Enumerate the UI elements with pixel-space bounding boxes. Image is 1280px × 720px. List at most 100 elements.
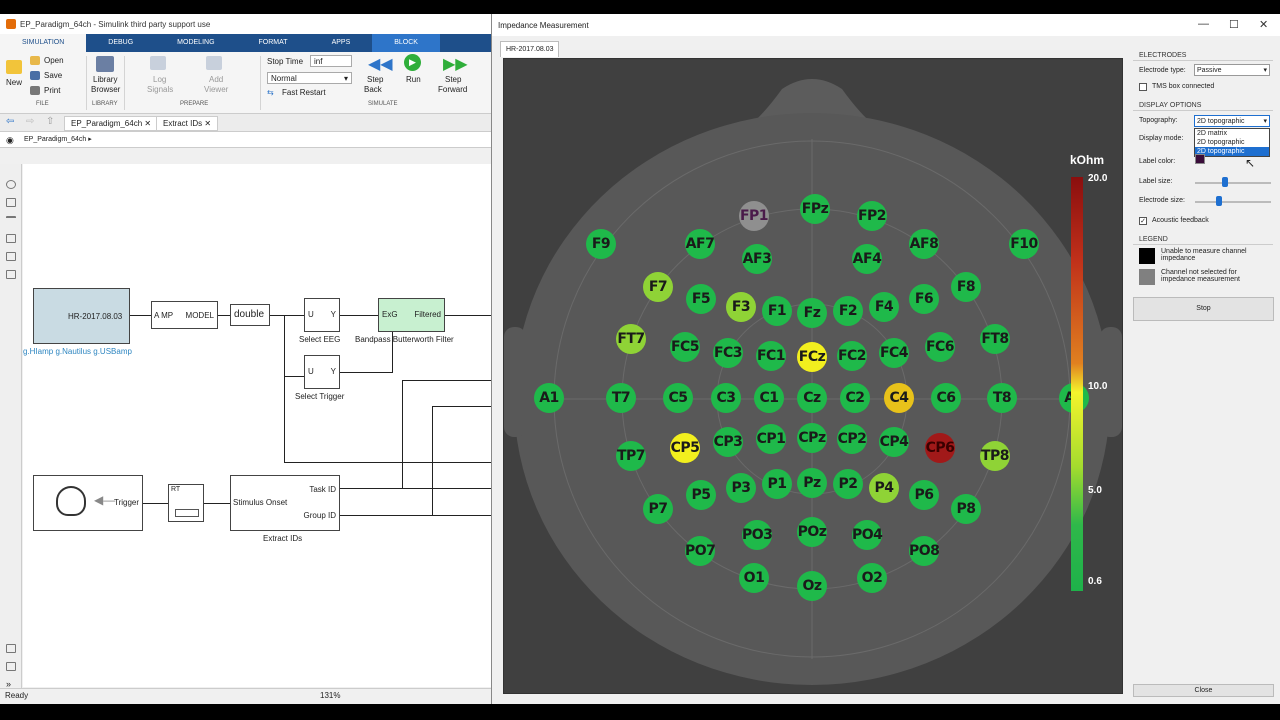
electrode-cp2[interactable]: CP2 [837,424,867,454]
electrode-p7[interactable]: P7 [643,494,673,524]
simulink-canvas[interactable]: HR-2017.08.03 g.HIamp g.Nautilus g.USBam… [23,164,491,687]
electrode-cp4[interactable]: CP4 [879,427,909,457]
electrode-po7[interactable]: PO7 [685,536,716,566]
electrode-fc4[interactable]: FC4 [879,338,909,368]
electrode-tp8[interactable]: TP8 [980,441,1010,471]
simulation-mode-select[interactable]: Normal ▾ [267,72,352,84]
topography-select[interactable]: 2D topographic ▾ [1194,115,1270,127]
electrode-f10[interactable]: F10 [1009,229,1039,259]
electrode-p4[interactable]: P4 [869,473,899,503]
tms-checkbox[interactable] [1139,83,1147,91]
electrode-af7[interactable]: AF7 [685,229,715,259]
tab-debug[interactable]: DEBUG [86,34,155,52]
electrode-pz[interactable]: Pz [797,468,827,498]
new-icon[interactable] [6,60,22,74]
label-size-slider[interactable] [1195,182,1271,184]
electrode-cp6[interactable]: CP6 [925,433,955,463]
block-bandpass-filter[interactable]: ExG Filtered [378,298,445,332]
maximize-icon[interactable]: ☐ [1229,18,1239,31]
close-button[interactable]: Close [1133,684,1274,697]
block-amp-model[interactable]: A MP MODEL [151,301,218,329]
electrode-fc3[interactable]: FC3 [713,338,743,368]
electrode-fc5[interactable]: FC5 [670,332,700,362]
block-trigger-source[interactable]: ◀— Trigger [33,475,143,531]
electrode-cp1[interactable]: CP1 [756,424,786,454]
electrode-tp7[interactable]: TP7 [616,441,646,471]
tab-format[interactable]: FORMAT [237,34,310,52]
step-forward-button[interactable]: Step [445,75,461,84]
electrode-c5[interactable]: C5 [663,383,693,413]
stop-time-input[interactable]: inf [310,55,352,67]
tab-block[interactable]: BLOCK [372,34,440,52]
new-button[interactable]: New [6,78,22,87]
up-arrow-icon[interactable]: ⇧ [46,116,54,127]
electrode-f5[interactable]: F5 [686,284,716,314]
label-size-thumb[interactable] [1222,177,1228,187]
hide-explorer-icon[interactable]: ◉ [6,132,14,148]
property-icon[interactable] [6,662,16,671]
label-color-swatch[interactable] [1195,154,1205,164]
electrode-f4[interactable]: F4 [869,292,899,322]
electrode-poz[interactable]: POz [797,517,827,547]
print-button[interactable]: Print [44,86,60,95]
nav-tab-ep-paradigm[interactable]: EP_Paradigm_64ch ✕ [64,116,159,131]
block-select-eeg[interactable]: U Y [304,298,340,332]
tab-modeling[interactable]: MODELING [155,34,236,52]
electrode-f6[interactable]: F6 [909,284,939,314]
electrode-cp3[interactable]: CP3 [713,427,743,457]
stop-button[interactable]: Stop [1133,297,1274,321]
explorer-icon[interactable] [6,644,16,653]
forward-arrow-icon[interactable]: ⇨ [26,116,34,127]
electrode-cpz[interactable]: CPz [797,423,827,453]
close-icon[interactable]: ✕ [204,119,211,128]
electrode-po4[interactable]: PO4 [852,520,883,550]
electrode-p1[interactable]: P1 [762,469,792,499]
breadcrumb-model[interactable]: EP_Paradigm_64ch [24,136,86,143]
electrode-o1[interactable]: O1 [739,563,769,593]
electrode-oz[interactable]: Oz [797,571,827,601]
close-icon[interactable]: ✕ [1259,18,1268,31]
electrode-c6[interactable]: C6 [931,383,961,413]
electrode-c4[interactable]: C4 [884,383,914,413]
zoom-icon[interactable] [6,180,16,189]
tab-simulation[interactable]: SIMULATION [0,34,87,52]
electrode-t7[interactable]: T7 [606,383,636,413]
electrode-af4[interactable]: AF4 [852,244,882,274]
block-double[interactable]: double [230,304,270,326]
image-icon[interactable] [6,252,16,261]
electrode-fp2[interactable]: FP2 [857,201,887,231]
electrode-fcz[interactable]: FCz [797,342,827,372]
add-viewer-button[interactable]: Add [209,75,223,84]
electrode-fp1[interactable]: FP1 [739,201,769,231]
back-arrow-icon[interactable]: ⇦ [6,116,14,127]
fast-restart-button[interactable]: Fast Restart [282,88,326,97]
electrode-ft7[interactable]: FT7 [616,324,646,354]
tab-apps[interactable]: APPS [310,34,373,52]
electrode-f9[interactable]: F9 [586,229,616,259]
electrode-c2[interactable]: C2 [840,383,870,413]
electrode-o2[interactable]: O2 [857,563,887,593]
open-button[interactable]: Open [44,56,64,65]
electrode-ft8[interactable]: FT8 [980,324,1010,354]
electrode-size-slider[interactable] [1195,201,1271,203]
electrode-p5[interactable]: P5 [686,480,716,510]
electrode-f7[interactable]: F7 [643,272,673,302]
electrode-cz[interactable]: Cz [797,383,827,413]
step-back-button[interactable]: Step [367,75,383,84]
electrode-p6[interactable]: P6 [909,480,939,510]
block-select-trigger[interactable]: U Y [304,355,340,389]
tab-amplifier[interactable]: HR-2017.08.03 [500,41,560,57]
acoustic-checkbox[interactable]: ✓ [1139,217,1147,225]
electrode-f3[interactable]: F3 [726,292,756,322]
electrode-type-select[interactable]: Passive ▾ [1194,64,1270,76]
library-browser-button[interactable]: Library [93,75,117,84]
dropdown-option[interactable]: 2D matrix [1195,129,1269,138]
log-signals-button[interactable]: Log [153,75,166,84]
block-extract-ids[interactable]: Stimulus Onset Task ID Group ID [230,475,340,531]
electrode-fc6[interactable]: FC6 [925,332,955,362]
electrode-po8[interactable]: PO8 [909,536,940,566]
electrode-af8[interactable]: AF8 [909,229,939,259]
electrode-f1[interactable]: F1 [762,296,792,326]
electrode-fz[interactable]: Fz [797,298,827,328]
electrode-fc2[interactable]: FC2 [837,341,867,371]
